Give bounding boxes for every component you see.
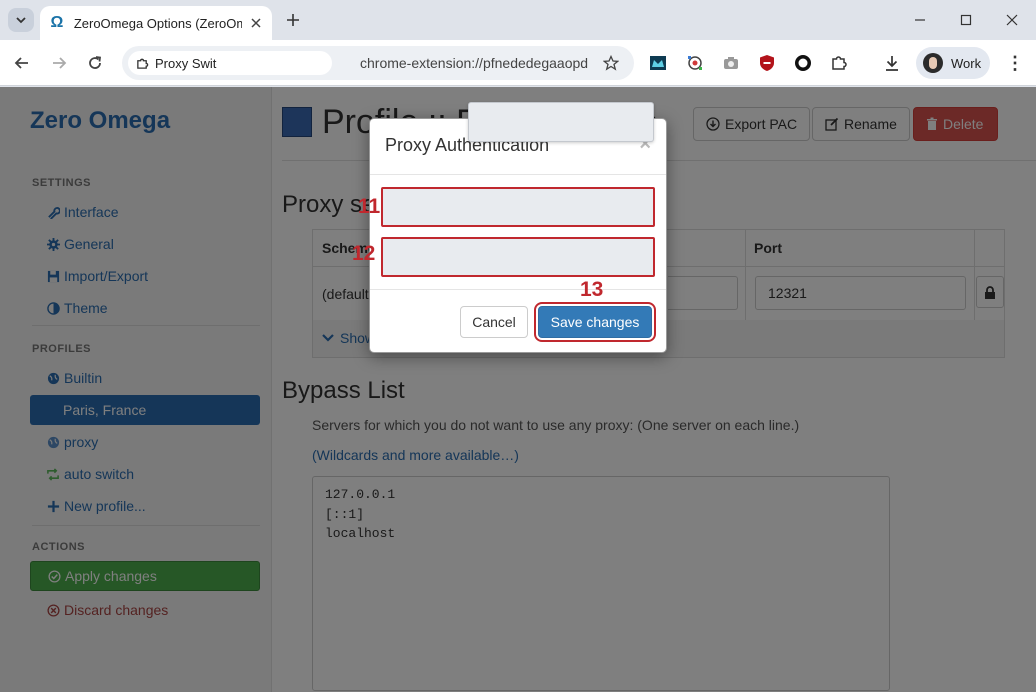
back-button[interactable] xyxy=(10,51,34,75)
arrow-left-icon xyxy=(14,57,28,69)
ring-icon[interactable] xyxy=(793,53,813,73)
site-info-chip[interactable]: Proxy SwitchyOmega xyxy=(128,51,332,75)
omega-icon: Ω xyxy=(50,14,64,31)
avatar xyxy=(923,53,943,73)
extension-crown-icon[interactable] xyxy=(648,53,668,73)
cancel-button[interactable]: Cancel xyxy=(460,306,528,338)
site-chip-label: Proxy SwitchyOmega xyxy=(155,55,217,71)
shield-icon[interactable] xyxy=(757,53,777,73)
browser-tab[interactable]: Ω ZeroOmega Options (ZeroOmega) xyxy=(40,6,272,40)
minimize-button[interactable] xyxy=(908,8,932,32)
download-icon[interactable] xyxy=(882,53,902,73)
profile-button[interactable]: Work xyxy=(916,47,990,79)
extensions-puzzle-icon[interactable] xyxy=(829,53,849,73)
reload-icon xyxy=(89,56,102,69)
new-tab-button[interactable] xyxy=(282,9,304,31)
tab-strip: Ω ZeroOmega Options (ZeroOmega) xyxy=(0,0,1036,40)
tab-search-button[interactable] xyxy=(8,8,34,32)
save-changes-button[interactable]: Save changes xyxy=(538,306,652,338)
forward-button[interactable] xyxy=(47,51,71,75)
url-text: chrome-extension://pfnededegaaopdmhkdmco… xyxy=(360,55,588,71)
browser-menu-icon[interactable]: ⋮ xyxy=(1004,52,1026,74)
password-input[interactable] xyxy=(381,237,655,277)
username-input[interactable] xyxy=(381,187,655,227)
puzzle-icon xyxy=(137,58,149,69)
dialog-divider xyxy=(370,289,666,290)
profile-label: Work xyxy=(951,55,982,71)
reload-button[interactable] xyxy=(83,51,107,75)
step-annotation-save: 13 xyxy=(580,278,604,301)
extension-target-icon[interactable] xyxy=(685,53,705,73)
step-annotation-username: 11 xyxy=(358,195,381,218)
bookmark-star-icon[interactable] xyxy=(600,52,622,74)
autofill-popup-field[interactable] xyxy=(468,102,654,142)
chevron-down-icon xyxy=(16,17,26,24)
tab-title: ZeroOmega Options (ZeroOmega) xyxy=(73,15,243,31)
address-bar[interactable]: Proxy SwitchyOmega chrome-extension://pf… xyxy=(122,46,634,80)
plus-icon xyxy=(287,14,299,26)
browser-toolbar: Proxy SwitchyOmega chrome-extension://pf… xyxy=(0,40,1036,86)
proxy-authentication-dialog: Proxy Authentication × Cancel Save chang… xyxy=(369,118,667,353)
window-close-button[interactable] xyxy=(1000,8,1024,32)
arrow-right-icon xyxy=(53,57,67,69)
dialog-divider xyxy=(370,174,666,175)
step-annotation-password: 12 xyxy=(352,242,376,265)
maximize-button[interactable] xyxy=(954,8,978,32)
close-tab-icon[interactable] xyxy=(248,15,264,31)
camera-icon[interactable] xyxy=(721,53,741,73)
